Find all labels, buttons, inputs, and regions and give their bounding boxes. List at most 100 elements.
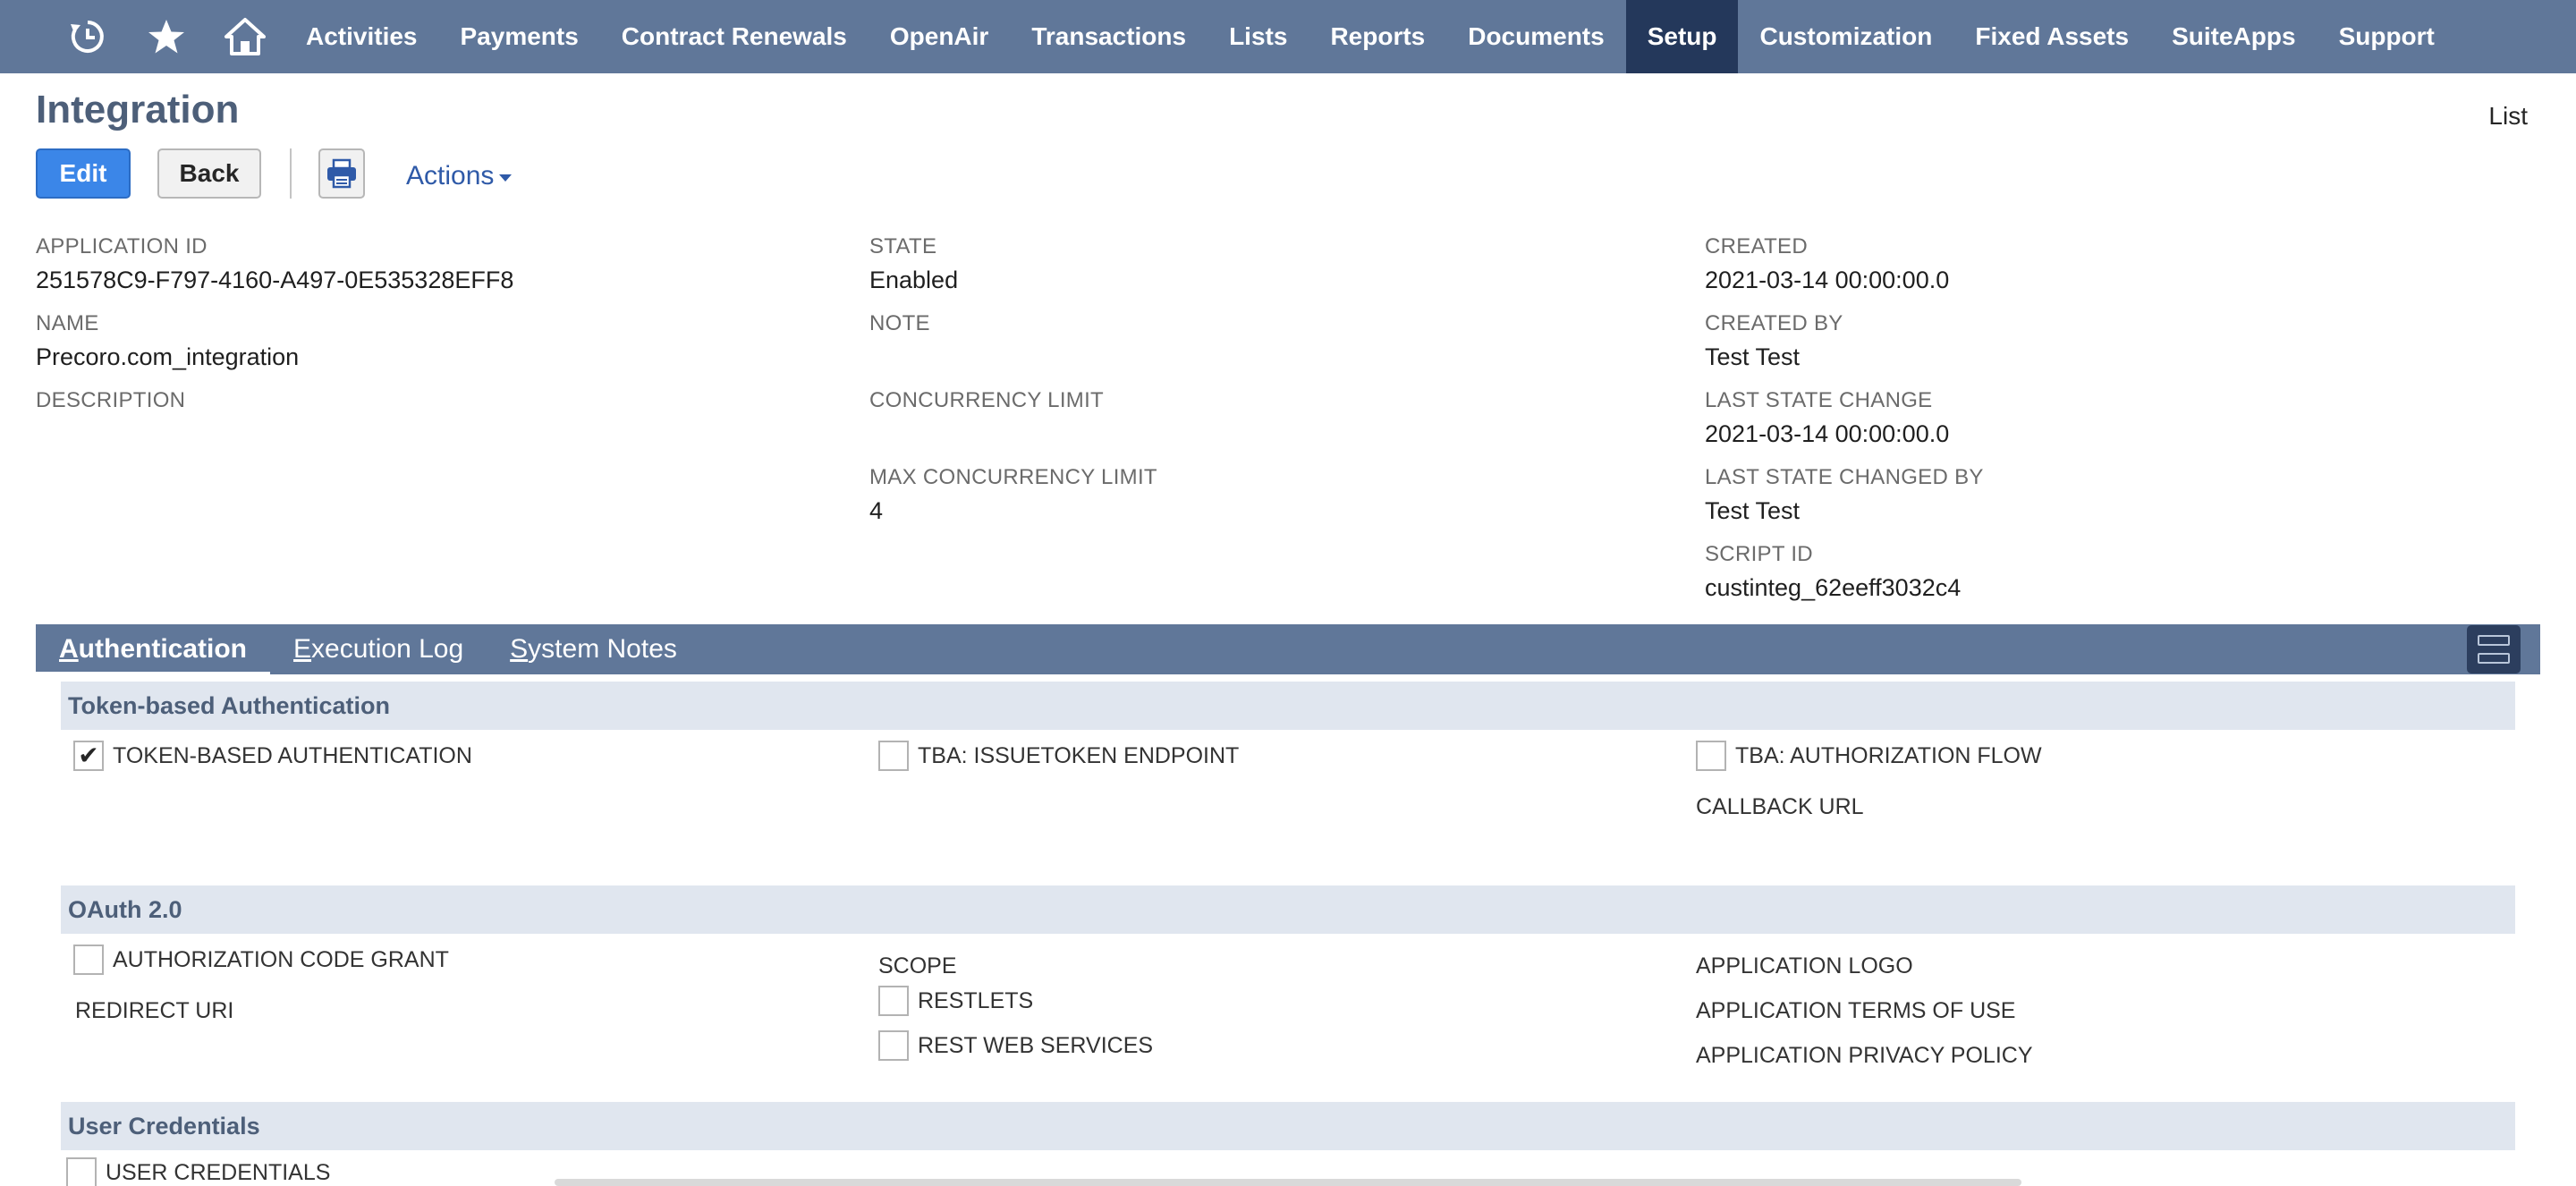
user-credentials-row: USER CREDENTIALS <box>66 1157 330 1186</box>
state-value: Enabled <box>869 267 959 293</box>
tab-execution-log-label: xecution Log <box>311 634 464 664</box>
tba-authorization-flow-row: TBA: AUTHORIZATION FLOW <box>1696 741 2042 771</box>
nav-suiteapps[interactable]: SuiteApps <box>2150 0 2317 73</box>
nav-openair[interactable]: OpenAir <box>869 0 1010 73</box>
nav-customization[interactable]: Customization <box>1738 0 1953 73</box>
script-id-value: custinteg_62eeff3032c4 <box>1705 574 1962 601</box>
field-application-id: APPLICATION ID 251578C9-F797-4160-A497-0… <box>36 234 513 294</box>
last-state-change-label: LAST STATE CHANGE <box>1705 388 1933 412</box>
restlets-row: RESTLETS <box>878 986 1033 1016</box>
last-state-changed-by-label: LAST STATE CHANGED BY <box>1705 465 1984 489</box>
print-icon <box>327 158 356 189</box>
authorization-code-grant-label: AUTHORIZATION CODE GRANT <box>113 946 449 972</box>
favorites-star-icon[interactable] <box>127 0 206 73</box>
home-icon[interactable] <box>206 0 284 73</box>
tba-issuetoken-endpoint-label: TBA: ISSUETOKEN ENDPOINT <box>918 742 1240 768</box>
page-title: Integration <box>36 88 240 131</box>
nav-payments[interactable]: Payments <box>439 0 600 73</box>
actions-label: Actions <box>406 161 495 191</box>
user-credentials-checkbox[interactable] <box>66 1157 97 1186</box>
concurrency-limit-label: CONCURRENCY LIMIT <box>869 388 1105 412</box>
field-created-by: CREATED BY Test Test <box>1705 311 1843 371</box>
tab-system-notes-accesskey: S <box>510 634 529 664</box>
script-id-label: SCRIPT ID <box>1705 542 1813 566</box>
application-privacy-label: APPLICATION PRIVACY POLICY <box>1696 1043 2033 1068</box>
name-label: NAME <box>36 311 99 335</box>
layout-toggle-icon[interactable] <box>2467 625 2521 673</box>
field-description: DESCRIPTION <box>36 388 185 420</box>
chevron-down-icon <box>499 174 513 182</box>
list-link[interactable]: List <box>2488 102 2528 131</box>
application-id-label: APPLICATION ID <box>36 234 208 258</box>
back-button[interactable]: Back <box>157 148 261 199</box>
nav-contract-renewals[interactable]: Contract Renewals <box>600 0 869 73</box>
created-value: 2021-03-14 00:00:00.0 <box>1705 267 1950 293</box>
print-button[interactable] <box>318 148 365 199</box>
subtab-bar: Authentication Execution Log System Note… <box>36 624 2540 675</box>
note-label: NOTE <box>869 311 930 335</box>
rest-web-services-checkbox[interactable] <box>878 1030 909 1061</box>
top-navigation-bar: Activities Payments Contract Renewals Op… <box>0 0 2576 73</box>
nav-fixed-assets[interactable]: Fixed Assets <box>1953 0 2150 73</box>
authorization-code-grant-row: AUTHORIZATION CODE GRANT <box>73 945 449 975</box>
nav-lists[interactable]: Lists <box>1208 0 1309 73</box>
callback-url-label: CALLBACK URL <box>1696 794 1864 819</box>
created-label: CREATED <box>1705 234 1808 258</box>
section-token-based-authentication: Token-based Authentication <box>61 682 2515 730</box>
name-value: Precoro.com_integration <box>36 343 300 370</box>
nav-setup[interactable]: Setup <box>1625 0 1739 73</box>
last-state-change-value: 2021-03-14 00:00:00.0 <box>1705 420 1950 447</box>
section-user-credentials: User Credentials <box>61 1102 2515 1150</box>
tab-execution-log-accesskey: E <box>293 634 312 664</box>
nav-support[interactable]: Support <box>2318 0 2456 73</box>
actions-menu[interactable]: Actions <box>406 161 513 191</box>
field-note: NOTE <box>869 311 930 343</box>
scope-label: SCOPE <box>878 953 957 978</box>
edit-button[interactable]: Edit <box>36 148 131 199</box>
nav-documents[interactable]: Documents <box>1446 0 1625 73</box>
tab-authentication-label: uthentication <box>78 634 247 664</box>
token-based-authentication-row: ✔ TOKEN-BASED AUTHENTICATION <box>73 741 472 771</box>
nav-activities[interactable]: Activities <box>284 0 439 73</box>
tba-authorization-flow-label: TBA: AUTHORIZATION FLOW <box>1735 742 2042 768</box>
created-by-label: CREATED BY <box>1705 311 1843 335</box>
section-oauth-2: OAuth 2.0 <box>61 885 2515 934</box>
tba-issuetoken-endpoint-checkbox[interactable] <box>878 741 909 771</box>
state-label: STATE <box>869 234 937 258</box>
restlets-checkbox[interactable] <box>878 986 909 1016</box>
field-name: NAME Precoro.com_integration <box>36 311 299 371</box>
field-created: CREATED 2021-03-14 00:00:00.0 <box>1705 234 1949 294</box>
last-state-changed-by-value: Test Test <box>1705 497 1801 524</box>
application-id-value: 251578C9-F797-4160-A497-0E535328EFF8 <box>36 267 514 293</box>
redirect-uri-label: REDIRECT URI <box>75 998 234 1023</box>
token-based-authentication-checkbox[interactable]: ✔ <box>73 741 104 771</box>
tba-authorization-flow-checkbox[interactable] <box>1696 741 1726 771</box>
user-credentials-label: USER CREDENTIALS <box>106 1159 331 1185</box>
nav-reports[interactable]: Reports <box>1309 0 1446 73</box>
field-last-state-change: LAST STATE CHANGE 2021-03-14 00:00:00.0 <box>1705 388 1949 448</box>
checkmark-icon: ✔ <box>78 741 99 770</box>
created-by-value: Test Test <box>1705 343 1801 370</box>
tab-system-notes-label: ystem Notes <box>528 634 677 664</box>
description-label: DESCRIPTION <box>36 388 186 412</box>
tab-execution-log[interactable]: Execution Log <box>270 634 487 665</box>
field-max-concurrency-limit: MAX CONCURRENCY LIMIT 4 <box>869 465 1157 525</box>
restlets-label: RESTLETS <box>918 987 1034 1013</box>
tab-system-notes[interactable]: System Notes <box>487 634 700 665</box>
max-concurrency-limit-label: MAX CONCURRENCY LIMIT <box>869 465 1157 489</box>
toolbar-divider <box>290 148 292 199</box>
tba-issuetoken-endpoint-row: TBA: ISSUETOKEN ENDPOINT <box>878 741 1239 771</box>
field-concurrency-limit: CONCURRENCY LIMIT <box>869 388 1104 420</box>
rest-web-services-label: REST WEB SERVICES <box>918 1032 1154 1058</box>
rest-web-services-row: REST WEB SERVICES <box>878 1030 1153 1061</box>
tab-authentication[interactable]: Authentication <box>36 634 270 675</box>
authorization-code-grant-checkbox[interactable] <box>73 945 104 975</box>
max-concurrency-limit-value: 4 <box>869 497 884 524</box>
application-terms-label: APPLICATION TERMS OF USE <box>1696 998 2016 1023</box>
tab-authentication-accesskey: A <box>59 634 79 664</box>
token-based-authentication-label: TOKEN-BASED AUTHENTICATION <box>113 742 472 768</box>
scroll-shadow <box>555 1179 2021 1186</box>
recent-records-icon[interactable] <box>48 0 127 73</box>
nav-transactions[interactable]: Transactions <box>1010 0 1208 73</box>
field-state: STATE Enabled <box>869 234 958 294</box>
